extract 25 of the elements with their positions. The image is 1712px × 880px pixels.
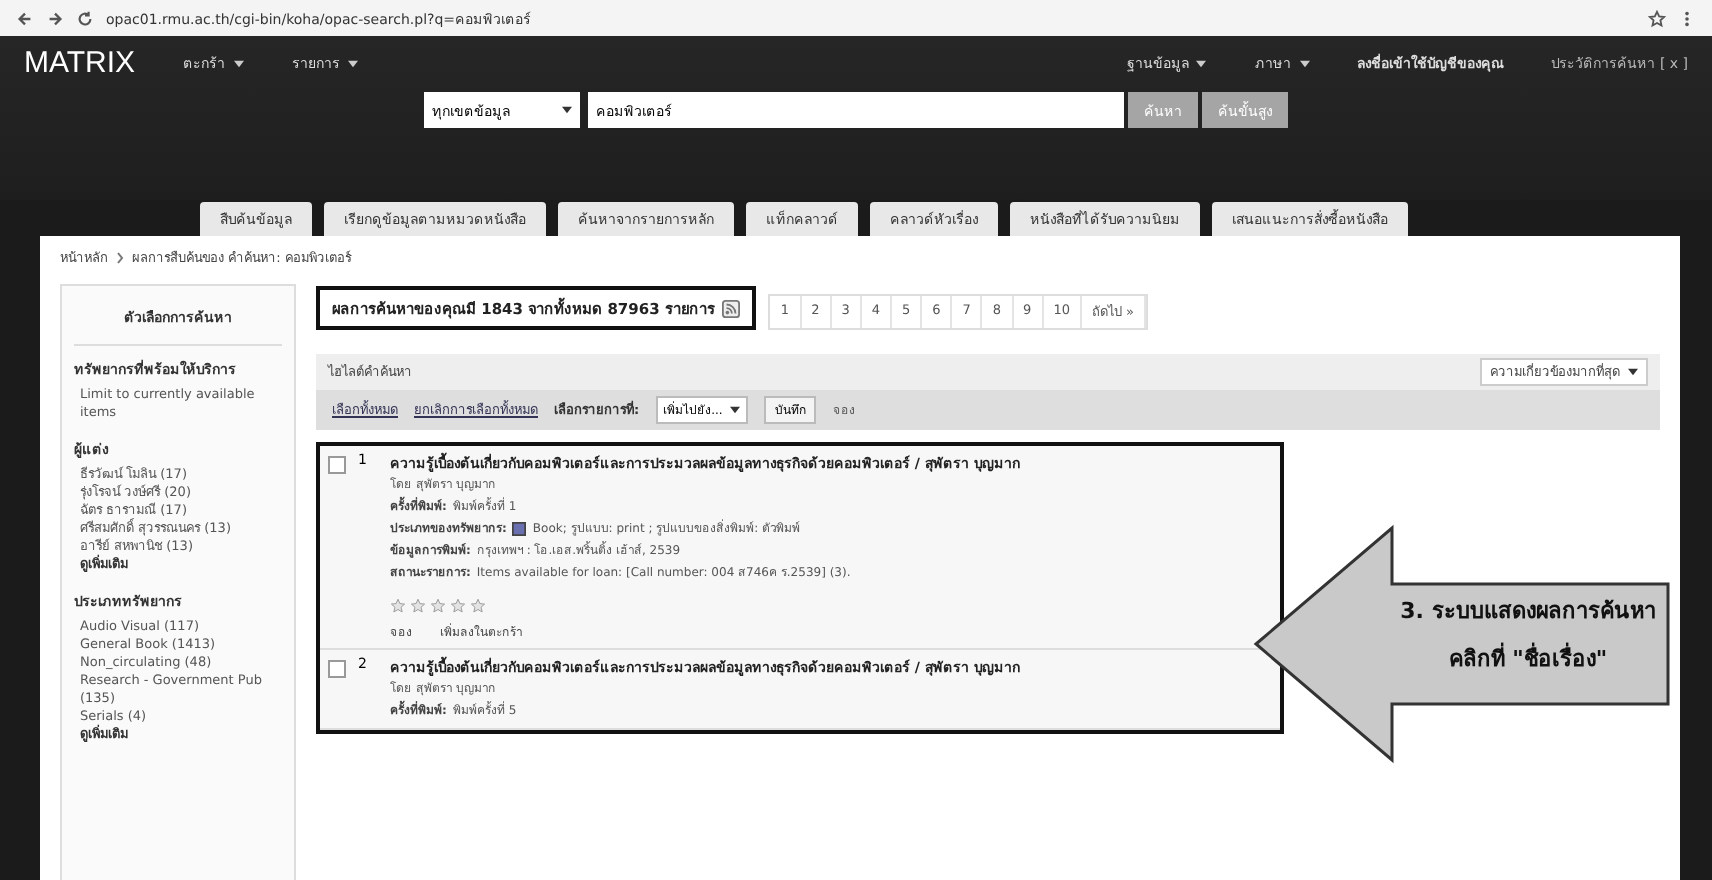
star-rating[interactable] — [390, 598, 486, 614]
star-icon[interactable] — [410, 598, 426, 614]
reload-icon[interactable] — [76, 9, 94, 27]
book-icon — [512, 522, 527, 536]
star-icon[interactable] — [450, 598, 466, 614]
forward-icon[interactable] — [46, 9, 64, 27]
caret-icon — [562, 106, 572, 114]
star-icon[interactable] — [1648, 9, 1666, 27]
star-icon[interactable] — [390, 598, 406, 614]
back-icon[interactable] — [16, 9, 34, 27]
star-icon[interactable] — [430, 598, 446, 614]
site-logo[interactable]: MATRIX — [24, 45, 136, 79]
caret-icon — [1299, 59, 1310, 67]
star-icon[interactable] — [470, 598, 486, 614]
checkbox[interactable] — [328, 660, 346, 678]
caret-icon — [1196, 59, 1207, 67]
callout-text: 3. ระบบแสดงผลการค้นหา — [1400, 596, 1656, 628]
caret-icon — [730, 406, 741, 414]
caret-icon — [348, 59, 359, 67]
callout-text: คลิกที่ "ชื่อเรื่อง" — [1448, 640, 1608, 676]
chevron-icon — [116, 252, 124, 264]
checkbox[interactable] — [328, 456, 346, 474]
feed-icon[interactable] — [722, 299, 741, 317]
caret-icon — [1628, 368, 1638, 376]
caret-icon — [233, 59, 244, 67]
